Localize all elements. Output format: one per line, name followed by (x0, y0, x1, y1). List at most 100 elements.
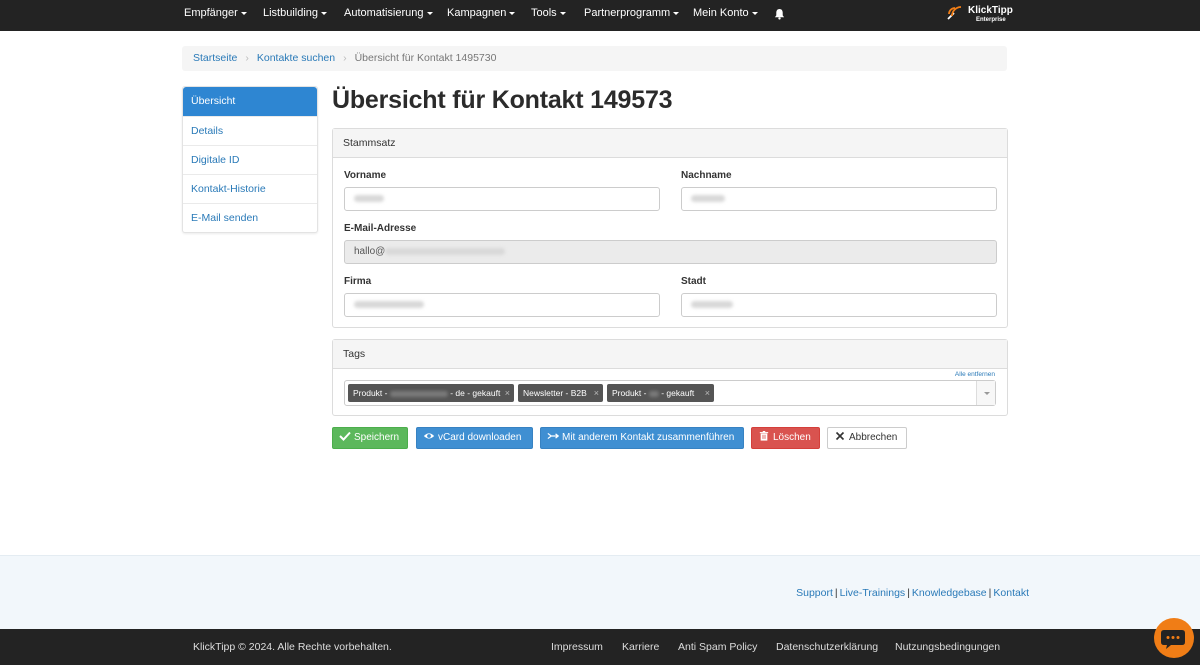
redacted-text (389, 390, 448, 397)
check-icon (339, 432, 351, 442)
footer-bottom: KlickTipp © 2024. Alle Rechte vorbehalte… (0, 629, 1200, 665)
nav-mein-konto[interactable]: Mein Konto (693, 0, 758, 31)
tag-text: Newsletter - B2B (523, 388, 587, 398)
copyright: KlickTipp © 2024. Alle Rechte vorbehalte… (193, 641, 392, 653)
chat-widget-button[interactable] (1154, 618, 1194, 658)
breadcrumb-contact-search[interactable]: Kontakte suchen (257, 52, 335, 64)
nav-label: Partnerprogramm (584, 7, 671, 19)
nav-partnerprogramm[interactable]: Partnerprogramm (584, 0, 680, 31)
nav-tools[interactable]: Tools (531, 0, 566, 31)
button-label: Abbrechen (849, 432, 898, 443)
redacted-text (648, 390, 659, 397)
caret-down-icon (426, 11, 433, 15)
nav-automatisierung[interactable]: Automatisierung (344, 0, 433, 31)
chat-icon (1161, 630, 1185, 649)
nachname-input[interactable] (681, 187, 997, 211)
caret-down-icon (751, 11, 758, 15)
redacted-text (354, 300, 424, 308)
nav-empfaenger[interactable]: Empfänger (184, 0, 247, 31)
tag-remove-icon[interactable]: × (705, 384, 710, 402)
nav-listbuilding[interactable]: Listbuilding (263, 0, 328, 31)
tag-remove-icon[interactable]: × (594, 384, 599, 402)
email-field: hallo@ (344, 240, 997, 264)
nav-label: Listbuilding (263, 7, 319, 19)
caret-down-icon (240, 11, 247, 15)
redacted-text (354, 194, 384, 202)
eye-icon (423, 433, 435, 439)
footer-links: Support | Live-Trainings | Knowledgebase | Kon… (796, 587, 1029, 599)
footer-link-kontakt[interactable]: Kontakt (993, 587, 1029, 599)
breadcrumb: Startseite › Kontakte suchen › Übersicht für… (182, 46, 1007, 71)
caret-down-icon (559, 11, 566, 15)
nav-label: Automatisierung (344, 7, 424, 19)
vorname-label: Vorname (344, 170, 387, 181)
logo-subtitle: Enterprise (976, 17, 1006, 23)
trash-icon (759, 431, 769, 441)
sidebar-item-uebersicht[interactable]: Übersicht (183, 87, 317, 116)
footer-link-anti-spam[interactable]: Anti Spam Policy (678, 641, 757, 653)
email-label: E-Mail-Adresse (344, 223, 417, 234)
footer-divider: | (907, 587, 910, 599)
firma-label: Firma (344, 276, 372, 287)
tag-select-input[interactable]: Produkt - - de - gekauft × Newsletter - … (344, 380, 996, 406)
tags-panel: Tags Alle entfernen Produkt - - de - gek… (332, 339, 1008, 416)
nav-kampagnen[interactable]: Kampagnen (447, 0, 516, 31)
panel-heading: Stammsatz (333, 129, 1007, 158)
cancel-button[interactable]: Abbrechen (827, 427, 907, 449)
merge-contact-button[interactable]: Mit anderem Kontakt zusammenführen (540, 427, 744, 449)
footer-link-datenschutz[interactable]: Datenschutzerklärung (776, 641, 878, 653)
sidebar-item-email-senden[interactable]: E-Mail senden (183, 203, 317, 232)
tag-chip: Produkt - - gekauft × (607, 384, 714, 402)
stadt-label: Stadt (681, 276, 706, 287)
redacted-text (691, 194, 725, 202)
nav-label: Empfänger (184, 7, 238, 19)
caret-down-icon (673, 11, 680, 15)
footer-link-support[interactable]: Support (796, 587, 833, 599)
footer-divider: | (988, 587, 992, 599)
logo-title: KlickTipp (968, 5, 1013, 16)
breadcrumb-home[interactable]: Startseite (193, 52, 237, 64)
caret-down-icon (509, 11, 516, 15)
footer-divider: | (834, 587, 838, 599)
tag-text: - gekauft (658, 388, 695, 398)
contact-sidebar: Übersicht Details Digitale ID Kontakt-Hi… (182, 86, 318, 233)
button-label: Mit anderem Kontakt zusammenführen (562, 432, 735, 443)
save-button[interactable]: Speichern (332, 427, 408, 449)
tag-chip: Produkt - - de - gekauft × (348, 384, 514, 402)
remove-all-tags-link[interactable]: Alle entfernen (955, 371, 995, 378)
stammsatz-panel: Stammsatz Vorname Nachname E-Mail-Adress… (332, 128, 1008, 328)
sidebar-item-digitale-id[interactable]: Digitale ID (183, 145, 317, 174)
vorname-input[interactable] (344, 187, 660, 211)
footer-link-impressum[interactable]: Impressum (551, 641, 603, 653)
tag-text: Produkt - (612, 388, 649, 398)
delete-button[interactable]: Löschen (751, 427, 820, 449)
redacted-text (691, 300, 733, 308)
tag-text: - de - gekauft (447, 388, 501, 398)
button-label: Löschen (773, 432, 811, 443)
button-label: vCard downloaden (438, 432, 522, 443)
stadt-input[interactable] (681, 293, 997, 317)
nachname-label: Nachname (681, 170, 732, 181)
email-prefix: hallo@ (354, 246, 386, 257)
sidebar-item-kontakt-historie[interactable]: Kontakt-Historie (183, 174, 317, 203)
tag-chip: Newsletter - B2B × (518, 384, 603, 402)
bell-icon[interactable] (774, 8, 785, 20)
page-title: Übersicht für Kontakt 149573 (332, 86, 673, 114)
button-label: Speichern (354, 432, 400, 443)
tag-dropdown-toggle[interactable] (976, 381, 995, 405)
vcard-download-button[interactable]: vCard downloaden (416, 427, 533, 449)
merge-arrows-icon (547, 433, 559, 440)
breadcrumb-separator: › (245, 52, 249, 64)
nav-label: Mein Konto (693, 7, 749, 19)
footer-link-knowledgebase[interactable]: Knowledgebase (912, 587, 987, 599)
footer-link-live-trainings[interactable]: Live-Trainings (840, 587, 906, 599)
redacted-text (385, 247, 506, 255)
top-navigation: Empfänger Listbuilding Automatisierung K… (0, 0, 1200, 31)
firma-input[interactable] (344, 293, 660, 317)
footer-link-karriere[interactable]: Karriere (622, 641, 659, 653)
footer-link-nutzungsbedingungen[interactable]: Nutzungsbedingungen (895, 641, 1000, 653)
caret-down-icon (321, 11, 328, 15)
sidebar-item-details[interactable]: Details (183, 116, 317, 145)
nav-label: Tools (531, 7, 557, 19)
tag-remove-icon[interactable]: × (505, 384, 510, 402)
